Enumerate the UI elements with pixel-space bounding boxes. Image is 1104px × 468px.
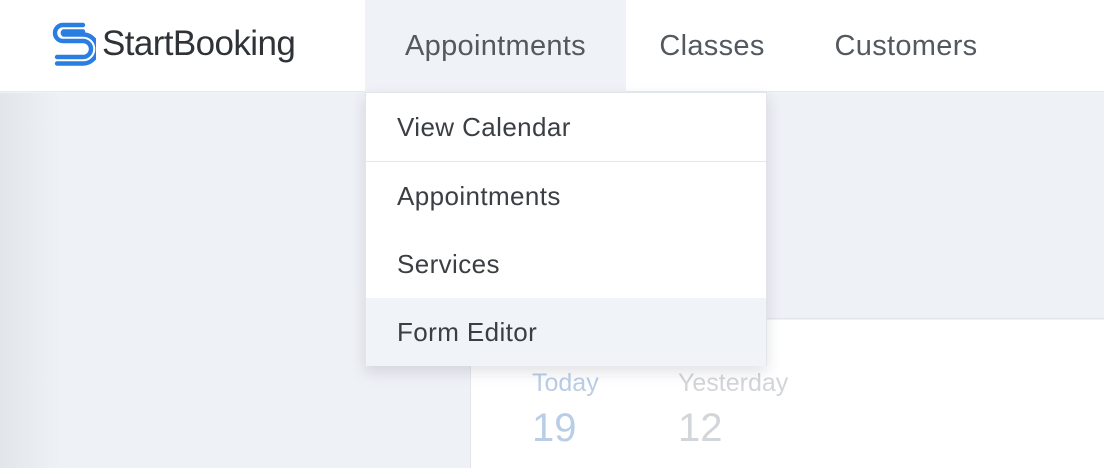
menu-item-services[interactable]: Services <box>366 230 766 298</box>
nav-classes[interactable]: Classes <box>626 0 798 92</box>
stat-today-value: 19 <box>532 406 577 450</box>
stat-today: Today 19 <box>532 368 599 452</box>
stat-yesterday-label: Yesterday <box>678 369 789 397</box>
sidebar-shadow <box>0 93 60 468</box>
app-page: Today 19 Yesterday 12 StartBooking Appoi… <box>0 0 1104 468</box>
nav-customers[interactable]: Customers <box>798 0 1014 92</box>
nav-appointments[interactable]: Appointments <box>365 0 626 92</box>
stat-yesterday: Yesterday 12 <box>678 368 788 452</box>
menu-item-view-calendar[interactable]: View Calendar <box>366 93 766 161</box>
top-navigation: StartBooking Appointments Classes Custom… <box>0 0 1104 92</box>
stat-yesterday-value: 12 <box>678 406 723 450</box>
stat-today-label: Today <box>532 369 599 397</box>
brand-name: StartBooking <box>102 23 296 63</box>
s-link-logo-icon <box>52 22 96 66</box>
appointments-dropdown-menu: View Calendar Appointments Services Form… <box>365 92 767 366</box>
menu-item-form-editor[interactable]: Form Editor <box>366 298 766 366</box>
menu-item-appointments[interactable]: Appointments <box>366 162 766 230</box>
brand-logo-link[interactable]: StartBooking <box>50 19 296 67</box>
dashboard-banner <box>767 93 1104 319</box>
